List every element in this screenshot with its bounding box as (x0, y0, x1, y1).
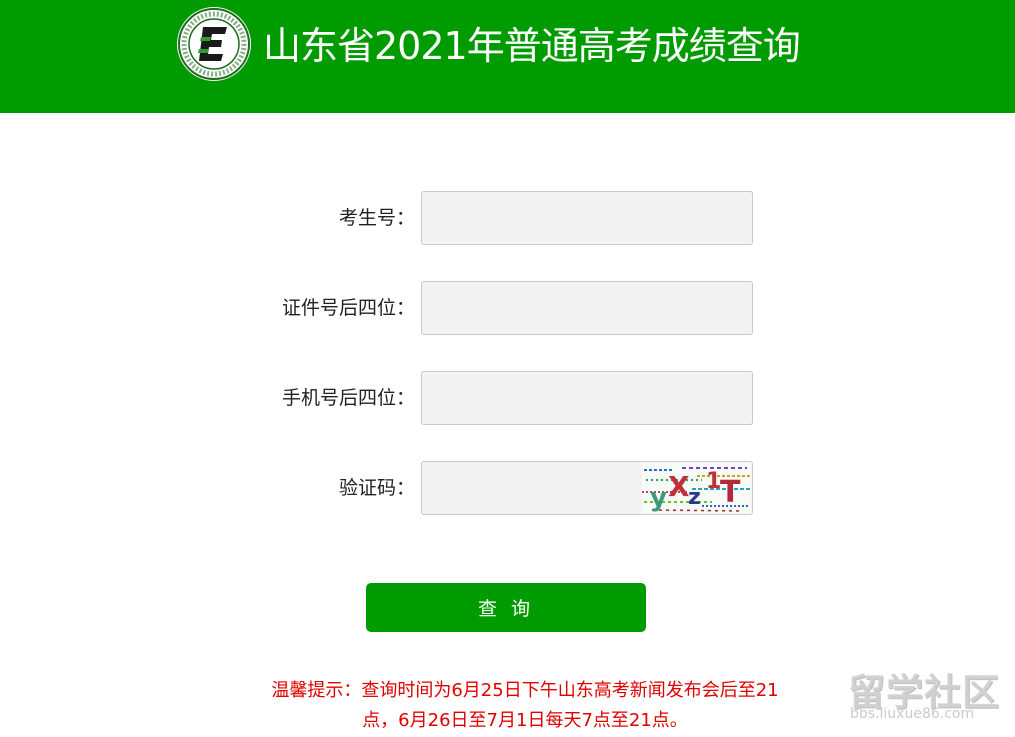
svg-text:z: z (688, 485, 701, 510)
svg-text:T: T (720, 475, 741, 510)
id-last4-input[interactable] (421, 281, 753, 335)
notice-line-2: 点，6月26日至7月1日每天7点至21点。 (362, 710, 688, 731)
phone-last4-row: 手机号后四位： (0, 371, 1015, 425)
notice-line-1: 温馨提示：查询时间为6月25日下午山东高考新闻发布会后至21 (271, 680, 779, 701)
captcha-row: 验证码： y X z 1 T (0, 461, 1015, 515)
exam-number-label: 考生号： (338, 207, 415, 229)
notice-text: 温馨提示：查询时间为6月25日下午山东高考新闻发布会后至21 点，6月26日至7… (230, 676, 820, 736)
svg-text:X: X (668, 470, 690, 503)
site-watermark: 留学社区 bbs.liuxue86.com (842, 662, 1007, 732)
watermark-title: 留学社区 (848, 671, 1000, 714)
svg-text:y: y (650, 483, 667, 513)
exam-institute-logo-icon (177, 7, 251, 81)
phone-last4-input[interactable] (421, 371, 753, 425)
page-header: 山东省2021年普通高考成绩查询 (0, 0, 1015, 113)
page-title: 山东省2021年普通高考成绩查询 (263, 24, 801, 68)
id-last4-label: 证件号后四位： (281, 297, 415, 319)
exam-number-row: 考生号： (0, 191, 1015, 245)
phone-last4-label: 手机号后四位： (281, 387, 415, 409)
exam-number-input[interactable] (421, 191, 753, 245)
id-last4-row: 证件号后四位： (0, 281, 1015, 335)
captcha-image[interactable]: y X z 1 T (642, 462, 751, 514)
captcha-label: 验证码： (338, 477, 415, 499)
query-button[interactable]: 查 询 (366, 583, 646, 632)
watermark-url: bbs.liuxue86.com (850, 706, 975, 722)
